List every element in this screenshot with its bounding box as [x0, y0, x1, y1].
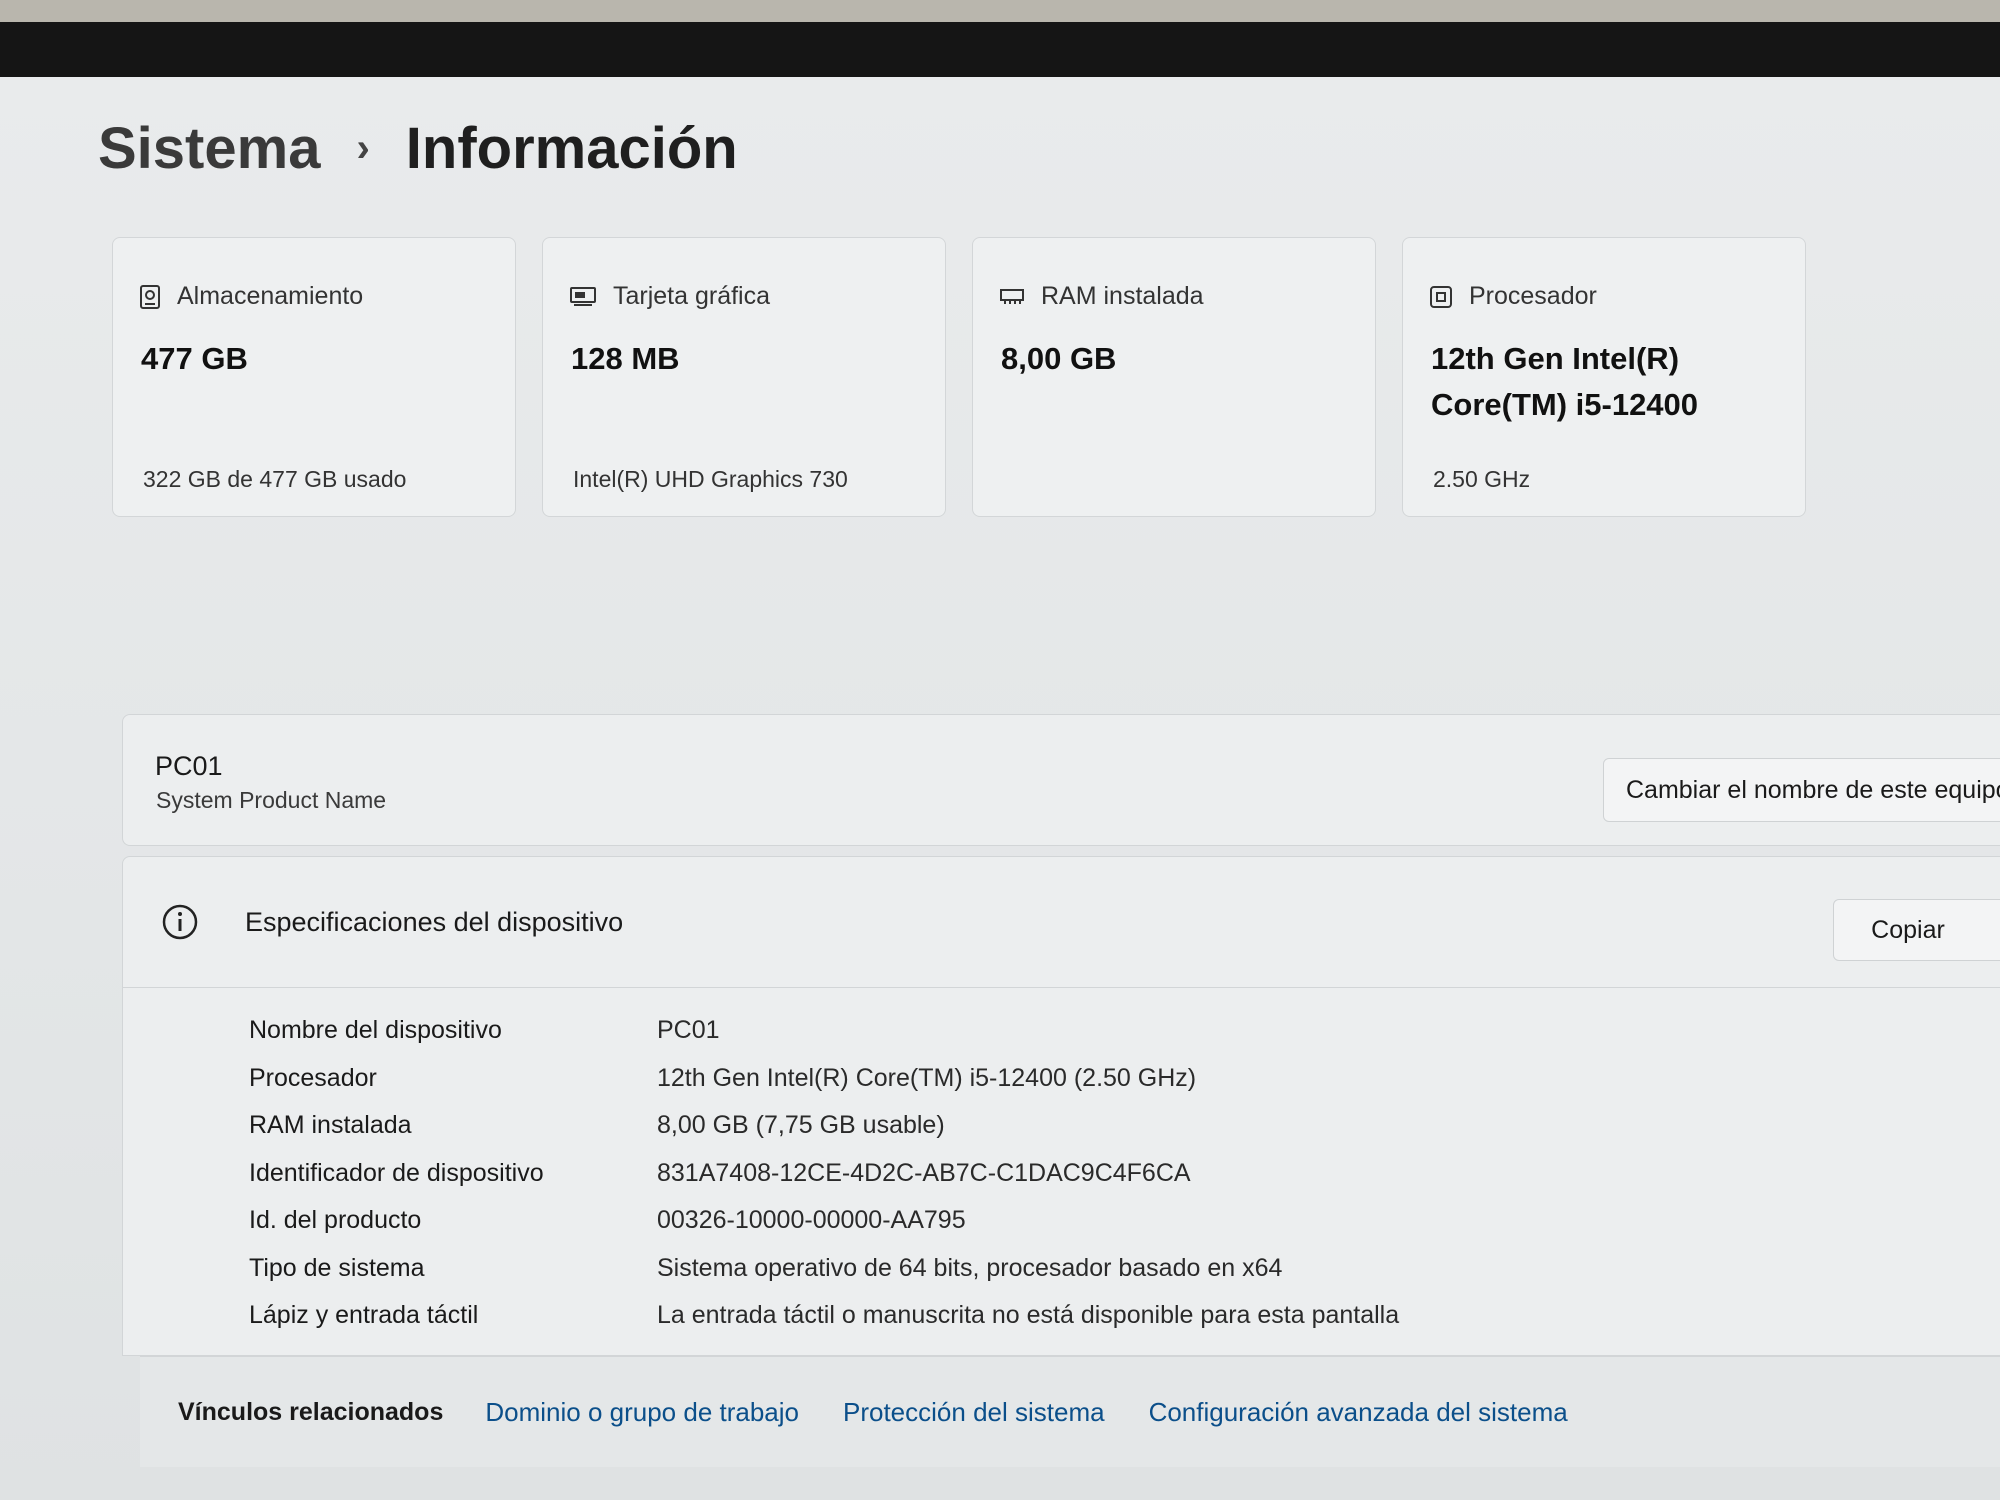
card-value: 12th Gen Intel(R) Core(TM) i5-12400 — [1431, 336, 1698, 428]
breadcrumb-parent[interactable]: Sistema — [98, 115, 320, 182]
card-subtitle: 2.50 GHz — [1433, 466, 1531, 492]
specs-header[interactable]: Especificaciones del dispositivo Copiar — [123, 857, 2000, 988]
link-advanced-system-settings[interactable]: Configuración avanzada del sistema — [1149, 1397, 1568, 1428]
spec-value: 00326-10000-00000-AA795 — [657, 1206, 966, 1235]
device-model: System Product Name — [156, 787, 387, 813]
spec-row: Procesador 12th Gen Intel(R) Core(TM) i5… — [249, 1055, 1399, 1103]
spec-value: 8,00 GB (7,75 GB usable) — [657, 1111, 945, 1140]
spec-label: Lápiz y entrada táctil — [249, 1301, 479, 1330]
card-title: RAM instalada — [1041, 282, 1204, 310]
card-processor: Procesador 12th Gen Intel(R) Core(TM) i5… — [1402, 237, 1806, 517]
spec-label: Tipo de sistema — [249, 1253, 425, 1282]
spec-label: Procesador — [249, 1063, 377, 1092]
link-domain-workgroup[interactable]: Dominio o grupo de trabajo — [485, 1397, 799, 1428]
rename-pc-button[interactable]: Cambiar el nombre de este equipo — [1603, 758, 2000, 822]
card-title: Tarjeta gráfica — [613, 282, 771, 310]
spec-value: 12th Gen Intel(R) Core(TM) i5-12400 (2.5… — [657, 1063, 1197, 1092]
specs-title: Especificaciones del dispositivo — [245, 907, 624, 937]
spec-label: Nombre del dispositivo — [249, 1016, 502, 1045]
spec-row: Identificador de dispositivo 831A7408-12… — [249, 1150, 1399, 1198]
storage-icon — [140, 284, 160, 309]
spec-row: Nombre del dispositivo PC01 — [249, 1007, 1399, 1055]
processor-icon — [1430, 285, 1452, 308]
ram-icon — [1000, 288, 1024, 304]
spec-value: 831A7408-12CE-4D2C-AB7C-C1DAC9C4F6CA — [657, 1158, 1191, 1187]
spec-value: La entrada táctil o manuscrita no está d… — [657, 1301, 1400, 1330]
summary-cards: Almacenamiento 477 GB 322 GB de 477 GB u… — [112, 237, 1806, 517]
card-title: Procesador — [1469, 282, 1597, 310]
spec-row: Id. del producto 00326-10000-00000-AA795 — [249, 1197, 1399, 1245]
device-name: PC01 — [155, 751, 223, 781]
device-name-panel: PC01 System Product Name Cambiar el nomb… — [122, 714, 2000, 846]
card-title: Almacenamiento — [177, 282, 364, 310]
spec-label: RAM instalada — [249, 1111, 412, 1140]
card-storage: Almacenamiento 477 GB 322 GB de 477 GB u… — [112, 237, 516, 517]
copy-button[interactable]: Copiar — [1833, 899, 2000, 961]
info-icon — [162, 904, 198, 940]
spec-row: Tipo de sistema Sistema operativo de 64 … — [249, 1245, 1399, 1293]
device-specs-panel: Especificaciones del dispositivo Copiar … — [122, 856, 2000, 1356]
spec-row: RAM instalada 8,00 GB (7,75 GB usable) — [249, 1102, 1399, 1150]
monitor-bezel-top — [0, 0, 2000, 22]
monitor-bezel — [0, 22, 2000, 77]
spec-value: PC01 — [657, 1016, 720, 1045]
card-subtitle: Intel(R) UHD Graphics 730 — [573, 466, 848, 492]
card-value-line: 12th Gen Intel(R) — [1431, 341, 1680, 376]
card-value-line: Core(TM) i5-12400 — [1431, 387, 1699, 422]
spec-value: Sistema operativo de 64 bits, procesador… — [657, 1253, 1283, 1282]
card-graphics: Tarjeta gráfica 128 MB Intel(R) UHD Grap… — [542, 237, 946, 517]
graphics-card-icon — [570, 286, 596, 306]
page-title: Información — [405, 116, 738, 181]
spec-rows: Nombre del dispositivo PC01 Procesador 1… — [249, 1007, 1399, 1340]
related-links-title: Vínculos relacionados — [178, 1397, 444, 1426]
card-value: 128 MB — [571, 341, 680, 376]
card-subtitle: 322 GB de 477 GB usado — [143, 466, 407, 492]
card-ram: RAM instalada 8,00 GB — [972, 237, 1376, 517]
spec-label: Id. del producto — [249, 1206, 422, 1235]
spec-row: Lápiz y entrada táctil La entrada táctil… — [249, 1292, 1399, 1340]
breadcrumb: Sistema › Información — [98, 115, 738, 182]
card-value: 8,00 GB — [1001, 341, 1117, 376]
link-system-protection[interactable]: Protección del sistema — [843, 1397, 1105, 1428]
spec-label: Identificador de dispositivo — [249, 1158, 544, 1187]
chevron-right-icon: › — [356, 126, 370, 170]
related-links-bar: Vínculos relacionados Dominio o grupo de… — [140, 1356, 2000, 1467]
card-value: 477 GB — [141, 341, 248, 376]
